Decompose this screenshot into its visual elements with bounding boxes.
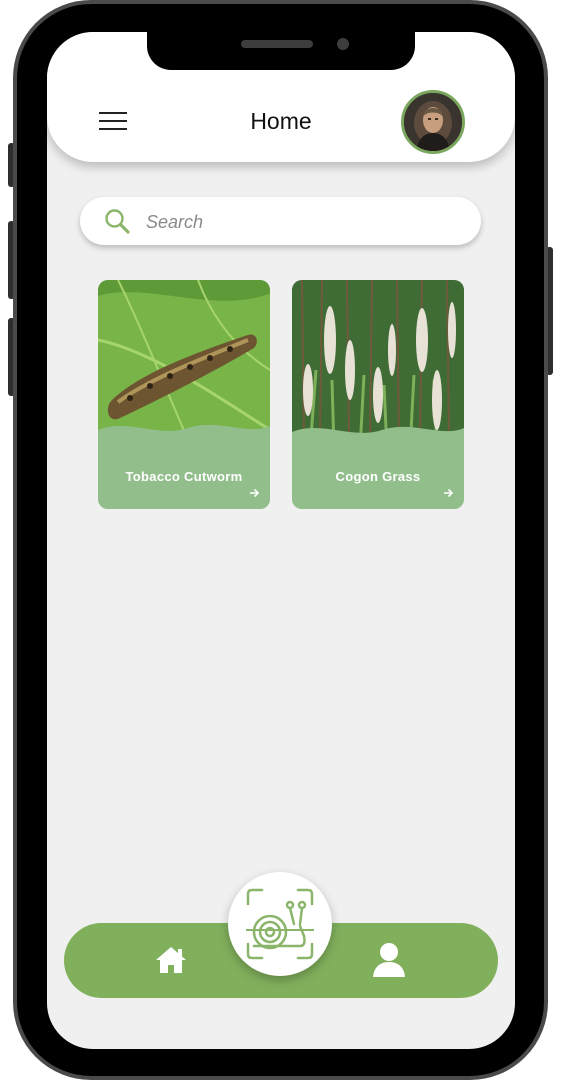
user-avatar[interactable]: [401, 90, 465, 154]
card-label: Cogon Grass: [335, 469, 421, 484]
arrow-right-icon: [444, 488, 453, 498]
app-screen: Home Search Tobacco Cutworm Cogon Grass: [47, 32, 515, 1049]
phone-notch: [147, 32, 415, 70]
arrow-right-icon: [250, 488, 259, 498]
card-cogon-grass[interactable]: Cogon Grass: [292, 280, 464, 509]
search-icon: [105, 209, 130, 234]
speaker-grille: [241, 40, 313, 48]
front-camera: [337, 38, 349, 50]
search-input[interactable]: [144, 205, 458, 239]
card-tobacco-cutworm[interactable]: Tobacco Cutworm: [98, 280, 270, 509]
scan-snail-icon: [246, 888, 314, 960]
search-bar[interactable]: [80, 197, 481, 245]
card-label: Tobacco Cutworm: [125, 469, 243, 484]
scan-pest-button[interactable]: [228, 872, 332, 976]
profile-icon[interactable]: [371, 941, 407, 979]
home-icon[interactable]: [154, 945, 188, 975]
avatar-portrait-image: [404, 93, 462, 151]
